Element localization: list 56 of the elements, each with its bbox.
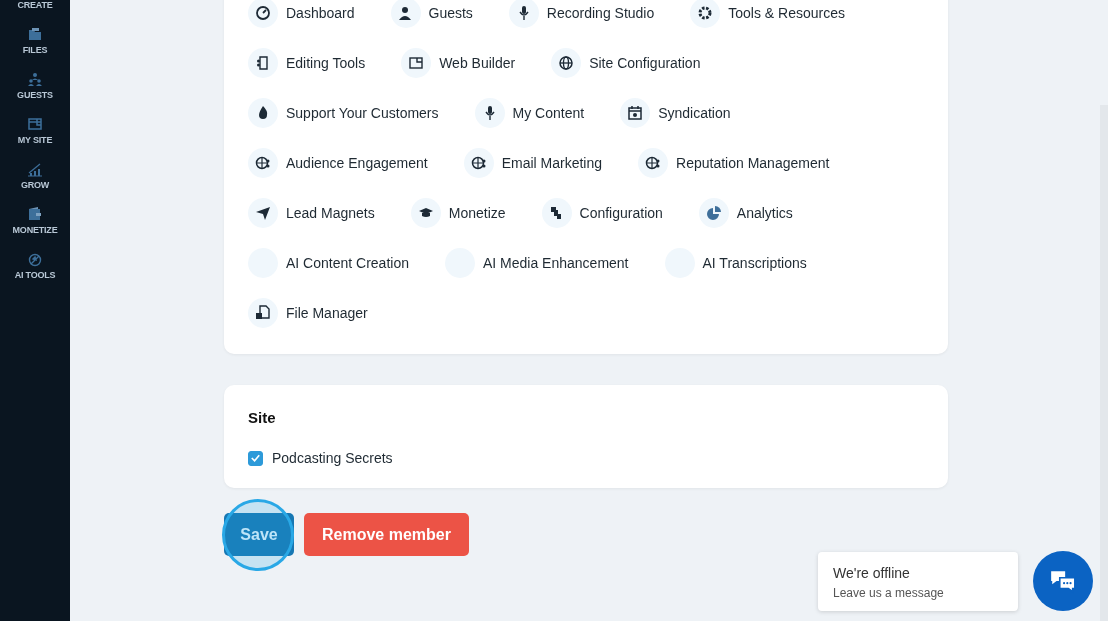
permission-label: Reputation Management [676,155,830,171]
checkbox[interactable] [248,450,263,466]
pie-chart-icon [698,198,729,228]
window-icon [401,48,432,78]
microphone-icon [508,0,539,28]
document-icon [248,48,278,78]
person-icon [390,0,421,28]
bar-chart-icon [27,161,43,177]
calendar-icon [620,98,651,128]
paper-plane-icon [248,198,278,228]
chat-status: We're offline [833,564,911,581]
section-title: Site [248,409,277,426]
globe-icon [551,48,582,78]
folder-icon [27,26,43,42]
permission-label: AI Media Enhancement [482,255,629,271]
checkbox-label: Podcasting Secrets [272,450,393,466]
globe-icon [638,148,669,178]
permission-label: Monetize [448,205,506,221]
permission-label: Audience Engagement [286,155,428,171]
permission-label: Guests [428,5,473,21]
permission-label: Syndication [658,105,731,121]
file-icon [248,298,278,328]
remove-member-button[interactable]: Remove member [304,513,469,556]
permission-label: Analytics [736,205,793,221]
chat-button[interactable] [1033,551,1093,611]
permission-label: Editing Tools [286,55,366,71]
permission-label: Site Configuration [589,55,701,71]
permission-label: Configuration [579,205,663,221]
permission-label: Lead Magnets [286,205,375,221]
people-icon [27,71,43,87]
permission-label: AI Content Creation [286,255,409,271]
sidebar-item[interactable]: MY SITE [0,101,70,146]
window-icon [27,116,43,132]
sidebar-item[interactable]: CREATE [0,0,70,11]
wallet-icon [27,206,43,222]
permission-label: AI Transcriptions [702,255,807,271]
permission-label: Email Marketing [501,155,603,171]
sidebar-item[interactable]: AI TOOLS [0,236,70,281]
permission-label: Web Builder [439,55,516,71]
sidebar-item[interactable]: FILES [0,11,70,56]
permission-label: My Content [512,105,585,121]
chat-prompt: Leave us a message [833,585,945,600]
microphone-icon [474,98,505,128]
sidebar-item[interactable]: GUESTS [0,56,70,101]
permission-label: Support Your Customers [286,105,439,121]
permission-label: Tools & Resources [728,5,845,21]
gauge-icon [248,0,278,28]
chat-bubble[interactable]: We're offline Leave us a message [818,551,1018,611]
permission-label: File Manager [286,305,368,321]
sidebar-item[interactable]: MONETIZE [0,191,70,236]
permission-label: Dashboard [286,5,355,21]
globe-icon [463,148,494,178]
globe-icon [248,148,278,178]
permission-label: Recording Studio [546,5,655,21]
graduation-cap-icon [410,198,441,228]
sidebar-item[interactable]: GROW [0,146,70,191]
